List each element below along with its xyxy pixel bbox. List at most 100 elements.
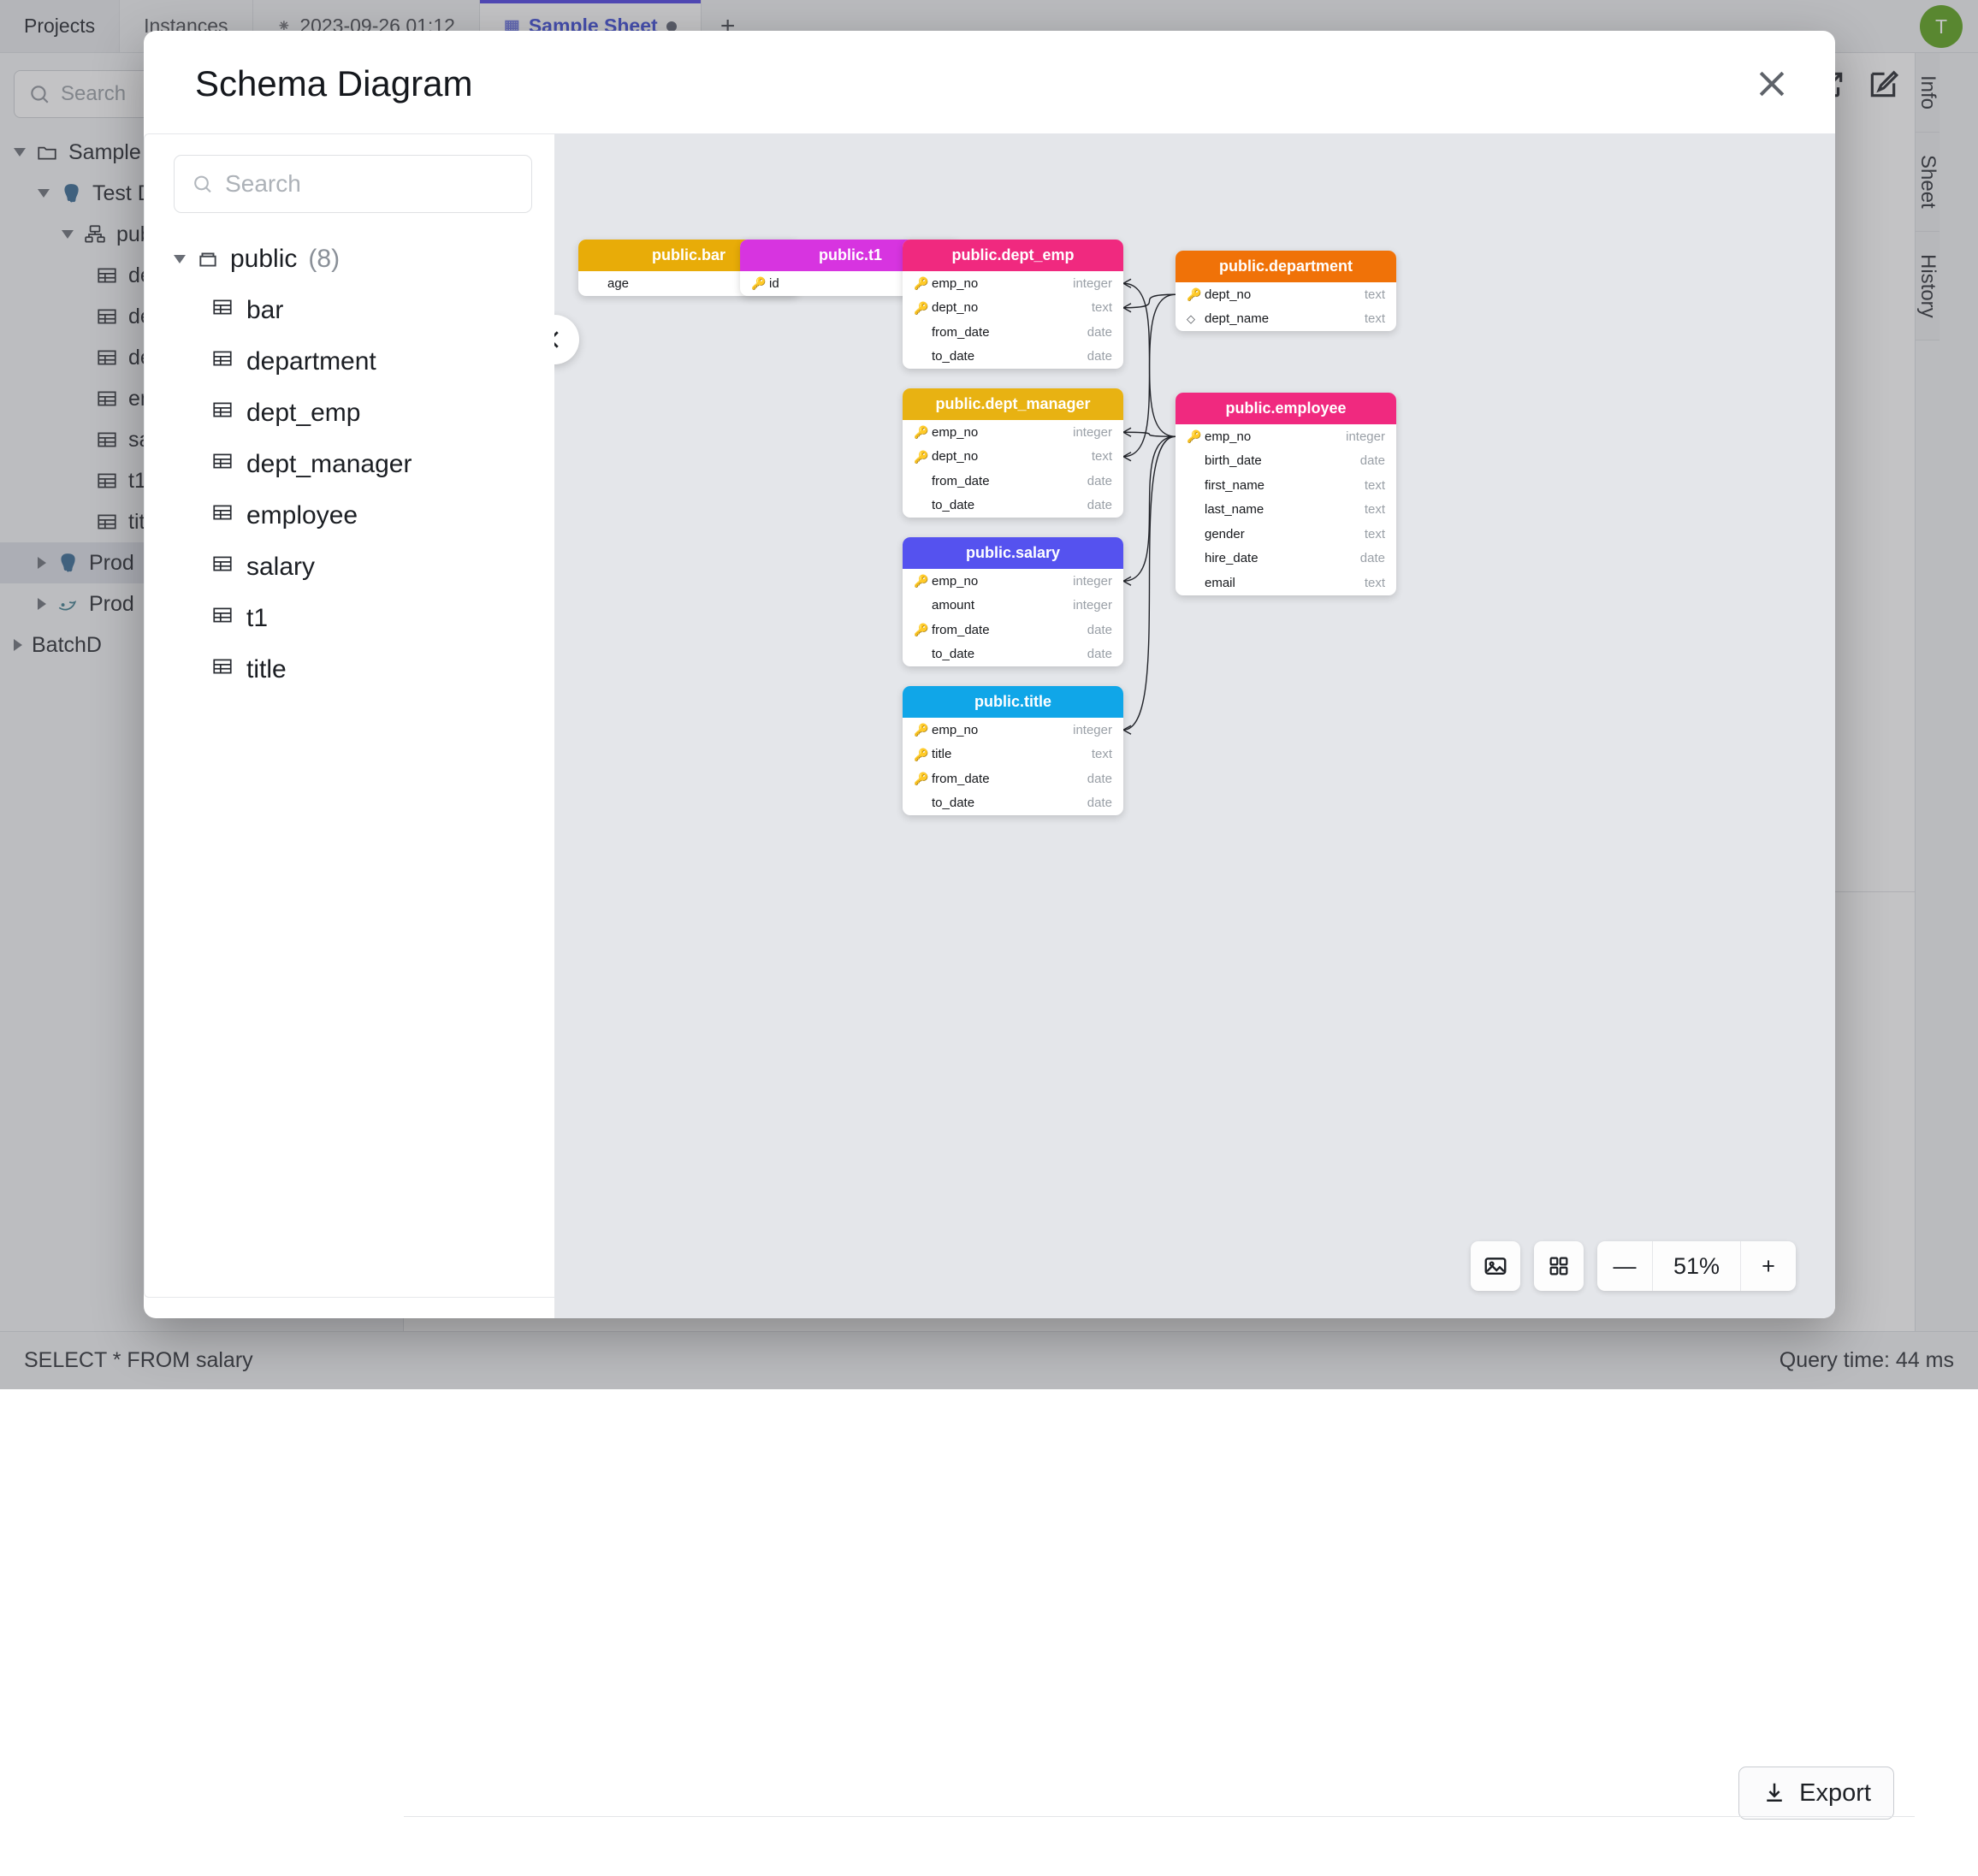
- schema-table-item-title[interactable]: title: [174, 644, 532, 695]
- column-name: hire_date: [1205, 551, 1354, 565]
- schema-node-public[interactable]: public (8): [174, 234, 532, 285]
- node-column-row: 🔑 email text: [1176, 571, 1396, 595]
- primary-key-icon: 🔑: [914, 302, 926, 314]
- close-button[interactable]: [1748, 60, 1796, 108]
- node-column-row: 🔑 dept_no text: [903, 296, 1123, 321]
- column-name: first_name: [1205, 478, 1359, 493]
- modal-body: public (8) bardepartment dept_emp dept_man…: [144, 133, 1835, 1318]
- diagram-canvas[interactable]: public.bar🔑ageintegerpublic.t1🔑idinteger…: [554, 133, 1835, 1318]
- node-column-row: 🔑to_datedate: [903, 494, 1123, 518]
- column-no-icon: 🔑: [914, 797, 926, 809]
- schema-table-item-bar[interactable]: bar: [174, 285, 532, 336]
- relation-edge: [1123, 432, 1176, 436]
- primary-key-icon: 🔑: [914, 277, 926, 289]
- diagram-node-employee[interactable]: public.employee🔑emp_nointeger🔑birth_date…: [1176, 393, 1396, 595]
- column-type: date: [1360, 453, 1385, 468]
- grid-layout-icon: [1547, 1254, 1571, 1278]
- table-item-label: title: [246, 655, 287, 684]
- zoom-in-button[interactable]: +: [1741, 1241, 1796, 1291]
- column-type: integer: [1073, 723, 1112, 737]
- zoom-out-button[interactable]: —: [1597, 1241, 1652, 1291]
- column-name: birth_date: [1205, 453, 1354, 468]
- primary-key-icon: 🔑: [914, 426, 926, 438]
- crowsfoot-marker: [1123, 428, 1131, 436]
- node-column-row: 🔑dept_notext: [903, 445, 1123, 470]
- column-no-icon: 🔑: [914, 648, 926, 660]
- schema-search-input[interactable]: [225, 170, 514, 198]
- diagram-node-salary[interactable]: public.salary🔑emp_nointeger🔑amountintege…: [903, 537, 1123, 666]
- column-name: age: [607, 276, 743, 291]
- node-column-row: 🔑to_datedate: [903, 642, 1123, 667]
- column-type: date: [1087, 647, 1112, 661]
- table-item-label: dept_emp: [246, 399, 360, 428]
- chevron-down-icon[interactable]: [174, 255, 186, 263]
- export-button[interactable]: Export: [1738, 1767, 1894, 1820]
- node-title: public.department: [1176, 251, 1396, 282]
- table-item-label: t1: [246, 604, 268, 633]
- node-column-row: 🔑last_nametext: [1176, 498, 1396, 523]
- node-column-row: 🔑from_datedate: [903, 618, 1123, 642]
- schema-table-count: (8): [308, 245, 340, 274]
- schema-table-item-salary[interactable]: salary: [174, 541, 532, 593]
- column-name: dept_name: [1205, 311, 1359, 326]
- primary-key-icon: 🔑: [914, 724, 926, 736]
- column-type: text: [1092, 300, 1112, 315]
- primary-key-icon: 🔑: [751, 277, 763, 289]
- column-type: date: [1087, 349, 1112, 364]
- auto-layout-button[interactable]: [1534, 1241, 1584, 1291]
- table-item-label: employee: [246, 501, 358, 530]
- column-name: from_date: [932, 623, 1081, 637]
- schema-table-item-t1[interactable]: t1: [174, 593, 532, 644]
- node-column-row: 🔑emp_nointeger: [903, 271, 1123, 296]
- primary-key-icon: 🔑: [1187, 430, 1199, 442]
- column-type: text: [1365, 311, 1385, 326]
- column-name: from_date: [932, 772, 1081, 786]
- column-no-icon: 🔑: [1187, 479, 1199, 491]
- column-type: text: [1365, 287, 1385, 302]
- schema-table-item-employee[interactable]: employee: [174, 490, 532, 541]
- column-name: amount: [932, 598, 1067, 613]
- column-type: date: [1087, 474, 1112, 488]
- diagram-node-title[interactable]: public.title🔑emp_nointeger🔑titletext🔑fro…: [903, 686, 1123, 815]
- schema-search-box[interactable]: [174, 155, 532, 213]
- column-no-icon: 🔑: [1187, 553, 1199, 565]
- schema-diagram-modal: Schema Diagram public (8) bardepartmentd…: [144, 31, 1835, 1318]
- column-name: to_date: [932, 349, 1081, 364]
- diagram-node-dept_emp[interactable]: public.dept_emp🔑emp_nointeger🔑dept_notex…: [903, 240, 1123, 369]
- schema-table-item-dept_manager[interactable]: dept_manager: [174, 439, 532, 490]
- table-icon: [211, 501, 234, 530]
- column-type: integer: [1073, 425, 1112, 440]
- relation-edge: [1123, 283, 1176, 436]
- zoom-level: 51%: [1652, 1241, 1741, 1291]
- node-title: public.title: [903, 686, 1123, 718]
- schema-icon: [197, 248, 219, 270]
- column-name: to_date: [932, 498, 1081, 512]
- schema-table-item-dept_emp[interactable]: dept_emp: [174, 388, 532, 439]
- primary-key-icon: 🔑: [1187, 288, 1199, 300]
- column-name: dept_no: [932, 300, 1086, 315]
- node-column-row: 🔑to_datedate: [903, 345, 1123, 370]
- node-title: public.employee: [1176, 393, 1396, 424]
- column-no-icon: 🔑: [1187, 577, 1199, 589]
- diagram-node-dept_manager[interactable]: public.dept_manager🔑emp_nointeger🔑dept_n…: [903, 388, 1123, 518]
- export-image-button[interactable]: [1471, 1241, 1520, 1291]
- column-type: date: [1360, 551, 1385, 565]
- column-name: from_date: [932, 325, 1081, 340]
- column-name: emp_no: [932, 425, 1067, 440]
- primary-key-icon: 🔑: [914, 451, 926, 463]
- column-type: integer: [1346, 429, 1385, 444]
- zoom-controls: — 51% +: [1597, 1241, 1796, 1291]
- search-icon: [192, 172, 213, 196]
- column-type: text: [1092, 747, 1112, 761]
- node-column-row: 🔑from_datedate: [903, 469, 1123, 494]
- column-name: email: [1205, 576, 1359, 590]
- relation-edge: [1123, 294, 1176, 457]
- column-type: date: [1087, 772, 1112, 786]
- column-type: integer: [1073, 276, 1112, 291]
- collapse-panel-button[interactable]: [554, 315, 579, 364]
- diagram-node-department[interactable]: public.department🔑dept_notext◇dept_namet…: [1176, 251, 1396, 331]
- column-type: text: [1365, 576, 1385, 590]
- table-icon: [211, 296, 234, 325]
- schema-table-item-department[interactable]: department: [174, 336, 532, 388]
- column-type: date: [1087, 325, 1112, 340]
